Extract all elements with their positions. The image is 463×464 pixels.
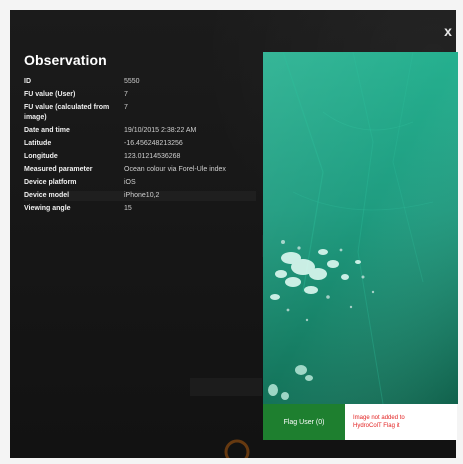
observation-details-table: ID 5550 FU value (User) 7 FU value (calc… xyxy=(24,77,256,214)
page-title: Observation xyxy=(24,52,107,68)
flag-user-button[interactable]: Flag User (0) xyxy=(263,404,345,440)
detail-label: Latitude xyxy=(24,140,52,147)
detail-value: Ocean colour via Forel-Ule index xyxy=(124,166,226,173)
detail-label: Measured parameter xyxy=(24,166,93,173)
detail-label: Viewing angle xyxy=(24,205,71,212)
detail-row-fu-calculated: FU value (calculated from image) 7 xyxy=(24,103,256,123)
water-image xyxy=(263,52,458,404)
detail-value: -16.456248213256 xyxy=(124,140,183,147)
detail-value: 7 xyxy=(124,91,128,98)
background-logo-icon xyxy=(224,439,250,458)
detail-value: 19/10/2015 2:38:22 AM xyxy=(124,127,197,134)
detail-label: Longitude xyxy=(24,153,58,160)
detail-value: 5550 xyxy=(124,78,140,85)
observation-photo xyxy=(263,52,458,404)
detail-value: 15 xyxy=(124,205,132,212)
image-status-note: Image not added to HydroColT Flag it xyxy=(345,404,457,440)
detail-label: FU value (calculated from image) xyxy=(24,104,110,121)
background-element xyxy=(190,378,262,396)
detail-row-device-platform: Device platform iOS xyxy=(24,178,256,188)
detail-label: ID xyxy=(24,78,31,85)
detail-row-date-time: Date and time 19/10/2015 2:38:22 AM xyxy=(24,126,256,136)
detail-row-id: ID 5550 xyxy=(24,77,256,87)
detail-row-longitude: Longitude 123.01214536268 xyxy=(24,152,256,162)
detail-label: FU value (User) xyxy=(24,91,76,98)
detail-row-measured-parameter: Measured parameter Ocean colour via Fore… xyxy=(24,165,256,175)
close-icon[interactable]: x xyxy=(441,24,455,38)
screen: x Observation ID 5550 FU value (User) 7 … xyxy=(0,0,463,464)
detail-value: 7 xyxy=(124,104,128,111)
detail-label: Date and time xyxy=(24,127,70,134)
note-line-1: Image not added to xyxy=(353,415,405,421)
detail-label: Device platform xyxy=(24,179,77,186)
detail-row-latitude: Latitude -16.456248213256 xyxy=(24,139,256,149)
detail-row-device-model: Device model iPhone10,2 xyxy=(24,191,256,201)
detail-row-viewing-angle: Viewing angle 15 xyxy=(24,204,256,214)
detail-value: 123.01214536268 xyxy=(124,153,181,160)
detail-row-fu-user: FU value (User) 7 xyxy=(24,90,256,100)
detail-value: iOS xyxy=(124,179,136,186)
detail-label: Device model xyxy=(24,192,70,199)
note-line-2: HydroColT Flag it xyxy=(353,423,400,429)
detail-value: iPhone10,2 xyxy=(124,192,160,199)
